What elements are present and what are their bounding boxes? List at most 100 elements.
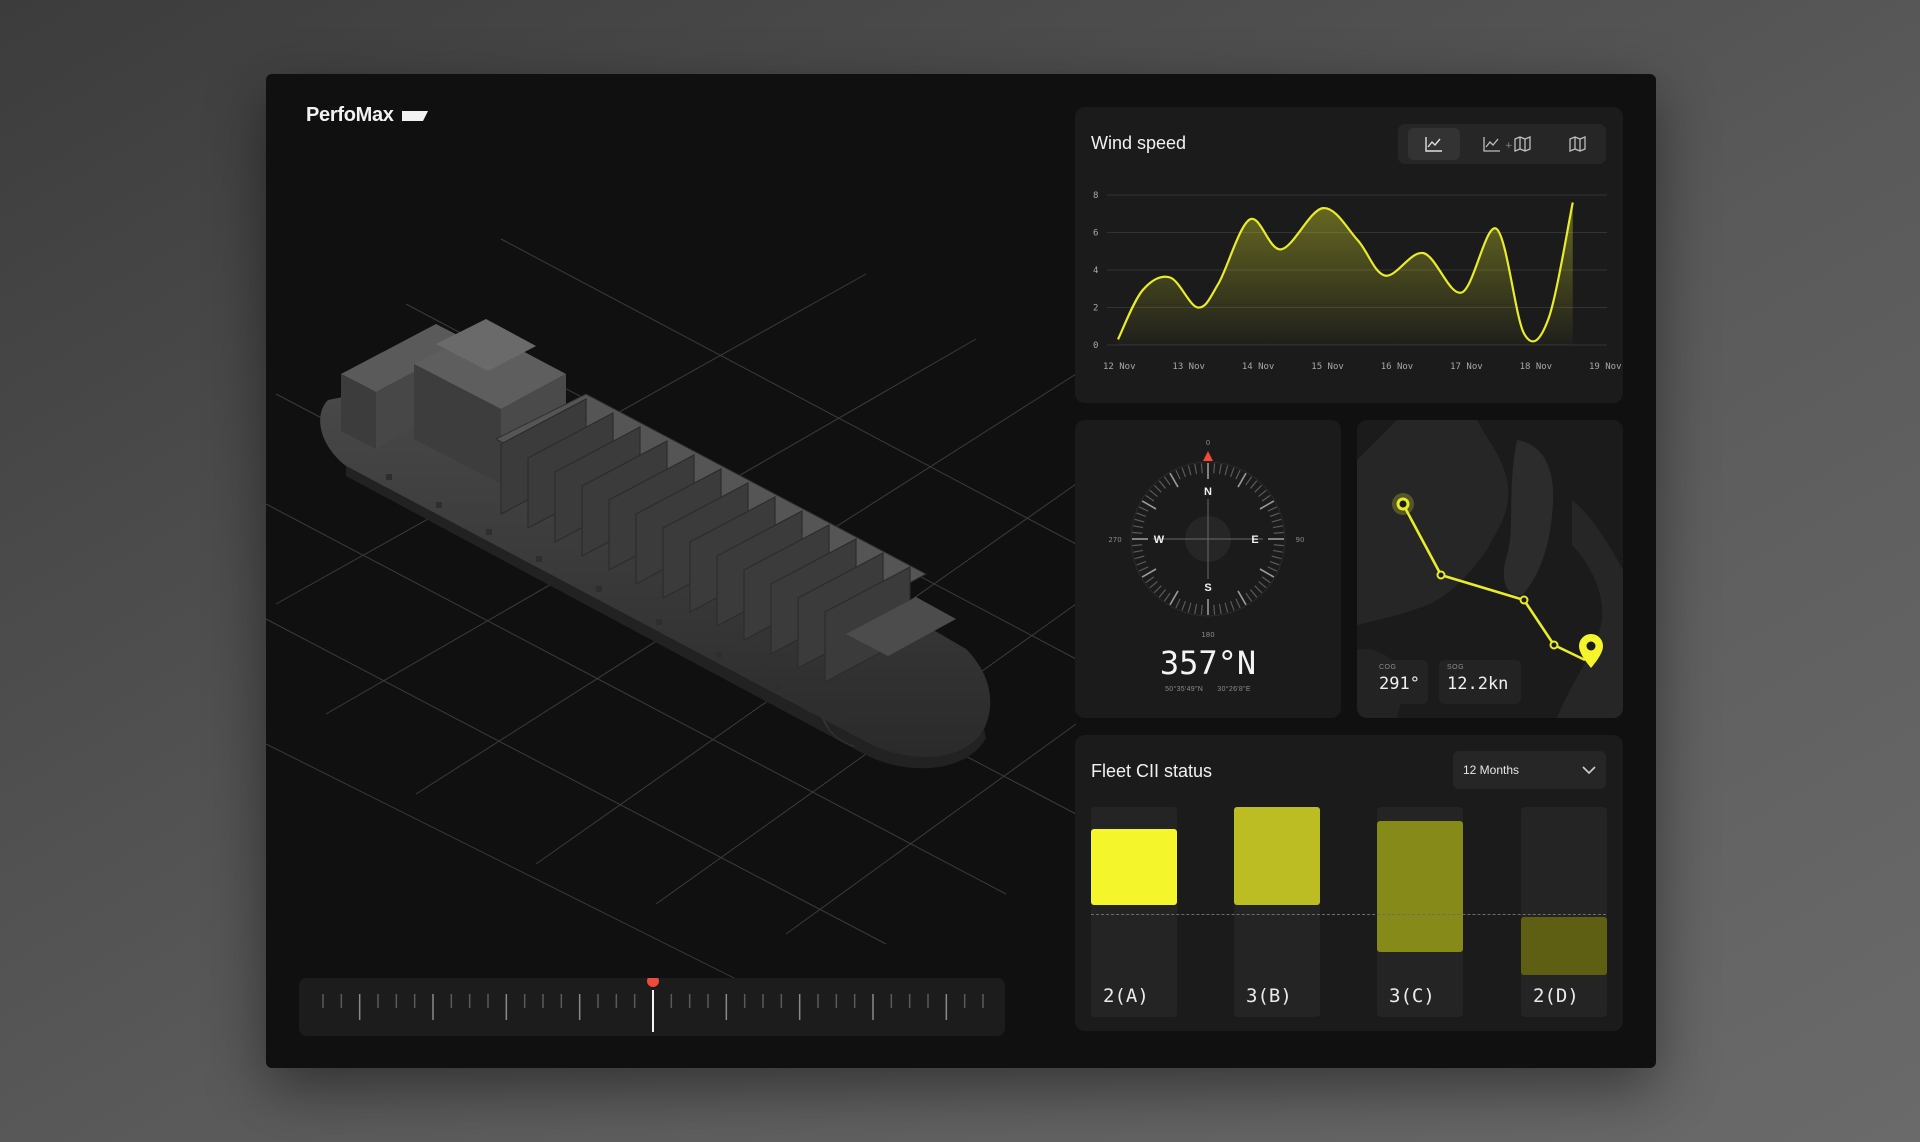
compass-tick	[1258, 580, 1267, 589]
compass-tick	[1141, 500, 1157, 510]
compass-tick	[1267, 566, 1278, 572]
compass-tick	[1133, 549, 1144, 553]
cii-bar-label: 3(B)	[1246, 985, 1292, 1007]
y-tick-label: 8	[1093, 191, 1098, 201]
y-tick-label: 2	[1093, 304, 1098, 314]
compass-tick	[1249, 589, 1258, 598]
compass-tick	[1194, 464, 1198, 475]
position-coordinates: 50°35'49"N 30°26'8"E	[1075, 686, 1341, 693]
brand-logo[interactable]: PerfoMax	[306, 104, 428, 127]
cii-bar-column[interactable]: 2(A)	[1091, 807, 1177, 1017]
container-ship[interactable]	[320, 319, 991, 769]
chart-plus-map-icon: +	[1483, 136, 1531, 152]
compass-tick	[1271, 555, 1282, 560]
compass-tick	[1224, 465, 1229, 476]
compass-cardinal-label: W	[1154, 534, 1165, 546]
compass-tick	[1237, 472, 1247, 488]
y-tick-label: 0	[1093, 341, 1098, 351]
compass-dial: N E S W 0 90 180 270	[1108, 439, 1305, 639]
compass-degree-label: 180	[1201, 631, 1214, 639]
compass-degree-label: 270	[1108, 536, 1121, 544]
view-mode-toggle[interactable]: +	[1398, 124, 1606, 164]
compass-cardinal-label: N	[1204, 486, 1212, 498]
chart-plus-map-view-button[interactable]: +	[1473, 128, 1545, 160]
compass-tick	[1175, 598, 1181, 609]
compass-tick	[1273, 531, 1284, 534]
compass-tick	[1259, 568, 1275, 578]
compass-degree-label: 90	[1296, 536, 1305, 544]
app-window: PerfoMax 0 2 4 6 8 12 Nov 13 Nov 14 Nov 15 Nov 16…	[266, 74, 1656, 1068]
route-map-card[interactable]: COG 291° SOG 12.2kn	[1357, 420, 1623, 718]
x-tick-label: 16 Nov	[1381, 362, 1414, 372]
route-waypoint[interactable]	[1549, 640, 1559, 650]
compass-tick	[1134, 518, 1145, 523]
compass-tick	[1163, 592, 1171, 602]
compass-tick	[1272, 525, 1283, 529]
compass-tick	[1158, 480, 1167, 489]
cii-bar-label: 3(C)	[1389, 985, 1435, 1007]
compass-tick	[1194, 603, 1198, 614]
compass-tick	[1163, 476, 1171, 486]
compass-tick	[1138, 566, 1149, 572]
compass-tick	[1213, 463, 1216, 474]
compass-cardinal-label: E	[1251, 534, 1258, 546]
compass-tick	[1230, 467, 1235, 478]
compass-tick	[1245, 476, 1253, 486]
compass-tick	[1181, 467, 1186, 478]
compass-tick	[1145, 576, 1155, 584]
ship-3d-viewport[interactable]	[266, 74, 1076, 1068]
y-tick-label: 4	[1093, 266, 1098, 276]
timeline-playhead-knob[interactable]	[647, 978, 659, 987]
map-icon	[1568, 136, 1586, 152]
route-waypoint[interactable]	[1436, 570, 1446, 580]
sog-label: SOG	[1447, 664, 1465, 671]
route-origin-marker[interactable]	[1396, 497, 1410, 511]
cii-bar-column[interactable]: 3(C)	[1377, 807, 1463, 1017]
y-tick-label: 6	[1093, 229, 1098, 239]
compass-tick	[1249, 480, 1258, 489]
compass-tick	[1273, 544, 1284, 547]
cii-bar-label: 2(A)	[1103, 985, 1149, 1007]
compass-tick	[1230, 600, 1235, 611]
longitude: 30°26'8"E	[1217, 686, 1251, 693]
x-tick-label: 19 Nov	[1589, 362, 1622, 372]
period-dropdown[interactable]: 12 Months	[1453, 751, 1606, 789]
timeline-scrubber[interactable]	[299, 978, 1005, 1036]
cii-bar	[1234, 807, 1320, 905]
fleet-cii-card: Fleet CII status 12 Months 2(A) 3(B) 3(C) 2…	[1075, 735, 1623, 1031]
compass-tick	[1213, 604, 1216, 615]
x-tick-label: 18 Nov	[1520, 362, 1553, 372]
cog-value: 291°	[1379, 674, 1420, 694]
sog-value: 12.2kn	[1447, 674, 1509, 694]
heading-value: 357°N	[1159, 644, 1257, 682]
chart-view-button[interactable]	[1408, 128, 1461, 160]
compass-tick	[1132, 544, 1143, 547]
compass-tick	[1254, 585, 1263, 594]
compass-tick	[1254, 484, 1263, 493]
compass-tick	[1271, 518, 1282, 523]
compass-tick	[1138, 506, 1149, 512]
chevron-down-icon	[1582, 765, 1596, 774]
compass-tick	[1133, 525, 1144, 529]
cog-label: COG	[1379, 664, 1397, 671]
x-tick-label: 15 Nov	[1311, 362, 1344, 372]
compass-tick	[1169, 590, 1179, 606]
compass-tick	[1187, 465, 1192, 476]
compass-tick	[1267, 506, 1278, 512]
compass-tick	[1272, 549, 1283, 553]
sog-stat: SOG 12.2kn	[1439, 660, 1521, 704]
route-waypoint[interactable]	[1519, 595, 1529, 605]
wind-speed-card: 0 2 4 6 8 12 Nov 13 Nov 14 Nov 15 Nov 16 Nov 17 No…	[1075, 107, 1623, 403]
cii-bar-column[interactable]: 2(D)	[1521, 807, 1607, 1017]
compass-tick	[1136, 561, 1147, 566]
compass-tick	[1158, 589, 1167, 598]
compass-tick	[1269, 561, 1280, 566]
heading-compass-card: N E S W 0 90 180 270 357°N 50°35'49"N 30°26'8"E	[1075, 420, 1341, 718]
map-view-button[interactable]	[1558, 128, 1596, 160]
cii-bar-column[interactable]: 3(B)	[1234, 807, 1320, 1017]
compass-tick	[1187, 602, 1192, 613]
heading-pointer-icon	[1203, 451, 1213, 461]
x-tick-label: 12 Nov	[1103, 362, 1136, 372]
compass-tick	[1200, 463, 1203, 474]
chart-icon	[1425, 137, 1443, 152]
